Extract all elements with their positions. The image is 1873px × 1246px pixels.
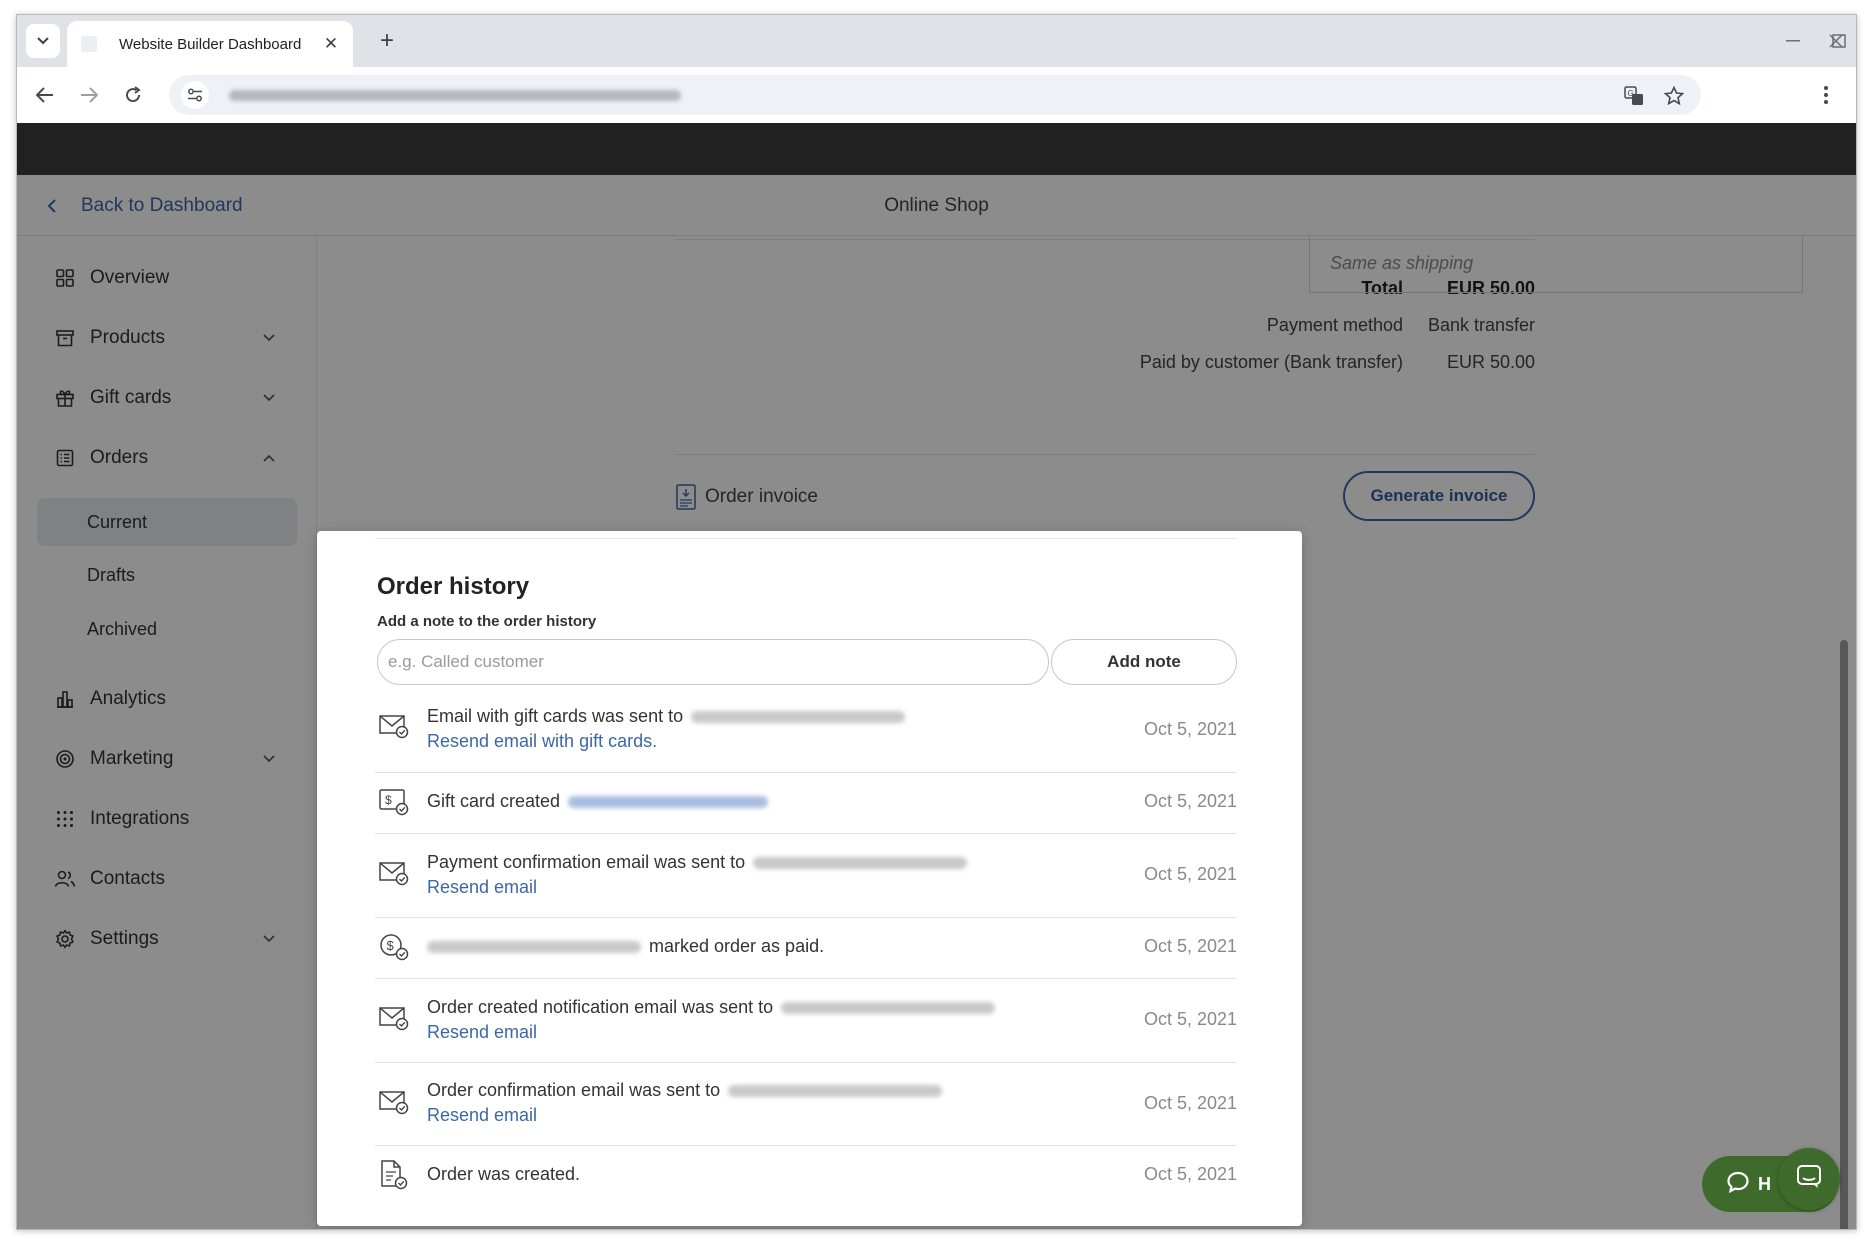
svg-text:$: $ [385,793,392,807]
bookmark-star-icon[interactable] [1663,85,1685,107]
browser-window: Website Builder Dashboard ✕ + G Back to … [16,14,1857,1230]
browser-menu-icon[interactable] [1812,81,1840,109]
order-history-title: Order history [377,573,530,600]
browser-toolbar: G [17,67,1856,123]
history-entry: $ Gift card created Oct 5, 2021 [375,773,1237,834]
chat-label: H [1758,1173,1771,1194]
redacted-email [781,1001,996,1014]
close-tab-icon[interactable]: ✕ [319,32,343,56]
history-entry: Order created notification email was sen… [375,979,1237,1063]
new-tab-button[interactable]: + [373,27,401,55]
history-entry-date: Oct 5, 2021 [1143,1009,1237,1029]
site-settings-icon[interactable] [181,81,209,109]
history-entry-text: Order was created. [427,1164,581,1184]
history-entry: Order confirmation email was sent to Res… [375,1063,1237,1146]
history-entry-date: Oct 5, 2021 [1143,936,1237,956]
gift-card-icon: $ [379,787,409,817]
add-note-label: Add a note to the order history [377,613,597,630]
redacted-gift-card-code-link[interactable] [568,795,769,808]
history-entry-text: marked order as paid. [649,936,825,956]
history-entry: Payment confirmation email was sent to R… [375,834,1237,918]
divider [375,538,1237,539]
svg-text:G: G [1628,89,1634,98]
resend-gift-cards-link[interactable]: Resend email with gift cards. [427,731,1117,752]
mail-check-icon [379,1087,409,1117]
redacted-email [728,1084,943,1097]
add-note-button[interactable]: Add note [1051,639,1237,685]
resend-email-link[interactable]: Resend email [427,1105,1117,1126]
history-entry-date: Oct 5, 2021 [1143,791,1237,811]
history-entry-date: Oct 5, 2021 [1143,864,1237,884]
tab-search-button[interactable] [26,24,60,58]
history-entry-date: Oct 5, 2021 [1143,719,1237,739]
browser-tab[interactable]: Website Builder Dashboard ✕ [67,21,353,67]
redacted-email [753,856,968,869]
history-entry-text: Payment confirmation email was sent to [427,852,746,872]
resend-email-link[interactable]: Resend email [427,1022,1117,1043]
order-history-panel: Order history Add a note to the order hi… [317,531,1302,1226]
redacted-email [691,710,906,723]
reload-icon[interactable] [117,79,149,111]
chat-bubble-icon [1726,1170,1750,1199]
address-bar[interactable]: G [169,75,1701,115]
document-check-icon [379,1160,409,1190]
close-window-icon[interactable] [1822,27,1850,55]
history-entry-text: Order created notification email was sen… [427,997,774,1017]
mail-check-icon [379,858,409,888]
tab-title: Website Builder Dashboard [119,35,302,53]
history-entry-date: Oct 5, 2021 [1143,1164,1237,1184]
history-entry-text: Gift card created [427,791,561,811]
messenger-button[interactable] [1778,1148,1840,1210]
translate-icon[interactable]: G [1623,85,1645,107]
back-arrow-icon[interactable] [29,79,61,111]
svg-text:$: $ [387,938,395,953]
message-icon [1796,1164,1822,1195]
history-entry-date: Oct 5, 2021 [1143,1093,1237,1113]
mail-check-icon [379,1003,409,1033]
resend-email-link[interactable]: Resend email [427,877,1117,898]
order-note-input[interactable] [377,639,1049,685]
history-entry-text: Order confirmation email was sent to [427,1080,721,1100]
coin-check-icon: $ [379,932,409,962]
forward-arrow-icon[interactable] [73,79,105,111]
url-text-redacted [229,90,681,101]
history-entry: $ marked order as paid. Oct 5, 2021 [375,918,1237,979]
history-entry-text: Email with gift cards was sent to [427,706,684,726]
favicon-icon [81,36,97,52]
minimize-icon[interactable] [1779,27,1807,55]
chevron-down-icon [37,32,49,50]
history-entry: Order was created. Oct 5, 2021 [375,1146,1237,1206]
mail-check-icon [379,711,409,741]
history-entry: Email with gift cards was sent to Resend… [375,699,1237,773]
redacted-email [427,940,641,953]
tab-strip: Website Builder Dashboard ✕ + [17,15,1856,67]
